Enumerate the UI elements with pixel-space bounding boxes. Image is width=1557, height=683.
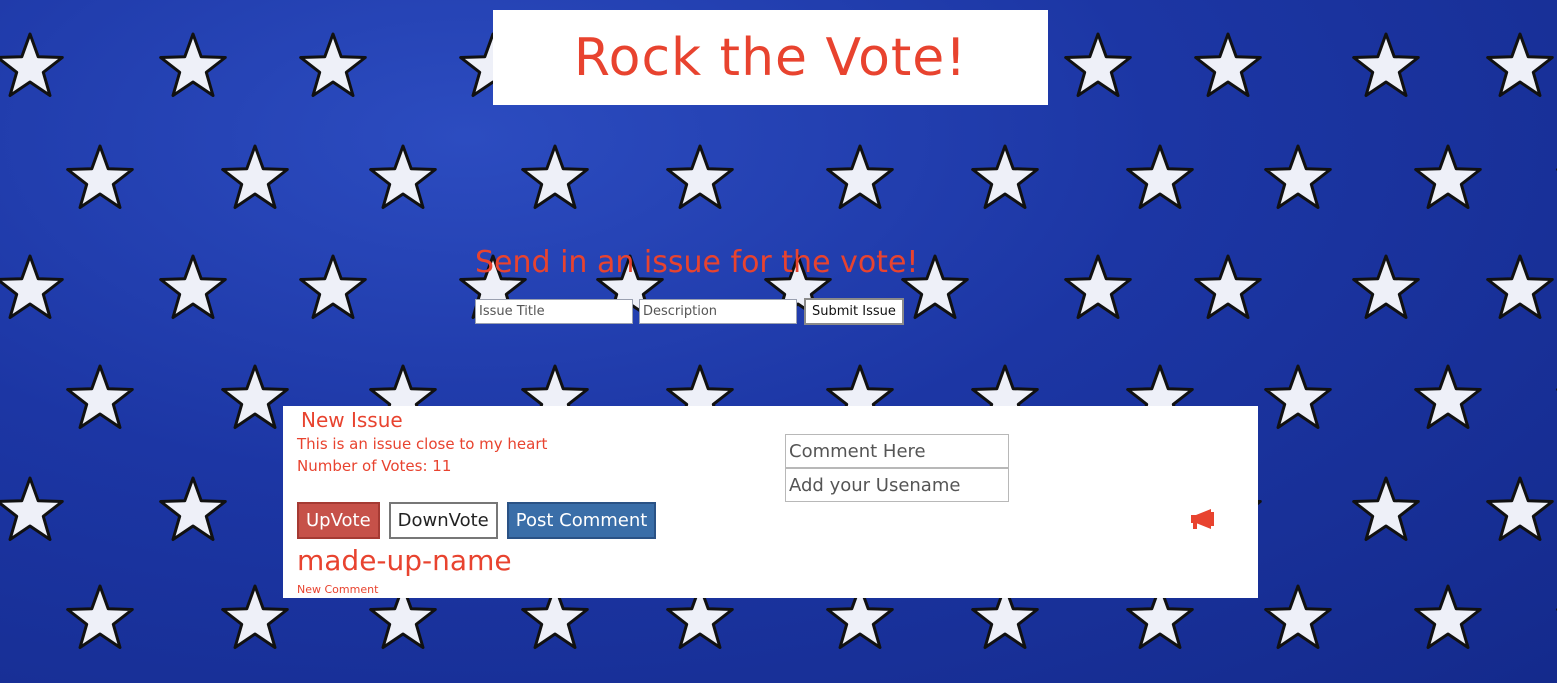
action-buttons: UpVote DownVote Post Comment bbox=[297, 502, 657, 539]
star-shape bbox=[1264, 364, 1332, 429]
star-shape bbox=[159, 254, 227, 319]
star-shape bbox=[1352, 32, 1420, 97]
post-comment-button[interactable]: Post Comment bbox=[506, 502, 657, 539]
star-shape bbox=[66, 364, 134, 429]
title-banner: Rock the Vote! bbox=[493, 10, 1048, 105]
star-shape bbox=[159, 476, 227, 541]
star-shape bbox=[971, 144, 1039, 209]
downvote-button[interactable]: DownVote bbox=[388, 502, 498, 539]
star-shape bbox=[0, 32, 64, 97]
star-shape bbox=[1414, 144, 1482, 209]
vote-count-value: 11 bbox=[432, 457, 452, 475]
star-shape bbox=[1194, 254, 1262, 319]
star-shape bbox=[1486, 254, 1554, 319]
issue-title: New Issue bbox=[301, 408, 403, 432]
comment-input[interactable] bbox=[785, 434, 1009, 468]
star-shape bbox=[66, 584, 134, 649]
star-shape bbox=[159, 32, 227, 97]
star-shape bbox=[221, 144, 289, 209]
comment-form bbox=[785, 434, 1009, 502]
star-shape bbox=[369, 144, 437, 209]
star-shape bbox=[221, 364, 289, 429]
star-shape bbox=[1352, 254, 1420, 319]
star-shape bbox=[1264, 144, 1332, 209]
submit-issue-button[interactable]: Submit Issue bbox=[804, 298, 904, 325]
star-shape bbox=[66, 144, 134, 209]
star-shape bbox=[1264, 584, 1332, 649]
star-shape bbox=[0, 476, 64, 541]
star-shape bbox=[1486, 476, 1554, 541]
page-title: Rock the Vote! bbox=[573, 27, 968, 88]
star-shape bbox=[1486, 32, 1554, 97]
issue-description-input[interactable] bbox=[639, 299, 797, 324]
username-input[interactable] bbox=[785, 468, 1009, 502]
star-shape bbox=[1064, 32, 1132, 97]
issue-card: New Issue This is an issue close to my h… bbox=[283, 406, 1258, 598]
megaphone-icon[interactable] bbox=[1189, 508, 1217, 530]
star-shape bbox=[521, 144, 589, 209]
submit-issue-heading: Send in an issue for the vote! bbox=[475, 245, 919, 280]
star-shape bbox=[1064, 254, 1132, 319]
upvote-button[interactable]: UpVote bbox=[297, 502, 380, 539]
star-shape bbox=[1126, 144, 1194, 209]
issue-description: This is an issue close to my heart bbox=[297, 435, 548, 453]
star-shape bbox=[0, 254, 64, 319]
submit-issue-form: Submit Issue bbox=[475, 298, 904, 325]
vote-count-label: Number of Votes: bbox=[297, 457, 428, 475]
star-shape bbox=[221, 584, 289, 649]
issue-title-input[interactable] bbox=[475, 299, 633, 324]
star-shape bbox=[666, 144, 734, 209]
star-shape bbox=[299, 32, 367, 97]
star-shape bbox=[826, 144, 894, 209]
star-shape bbox=[1194, 32, 1262, 97]
star-shape bbox=[1414, 364, 1482, 429]
comment-text: New Comment bbox=[297, 583, 379, 596]
star-shape bbox=[299, 254, 367, 319]
vote-count-row: Number of Votes: 11 bbox=[297, 457, 451, 475]
star-shape bbox=[1352, 476, 1420, 541]
star-shape bbox=[1414, 584, 1482, 649]
comment-username: made-up-name bbox=[297, 544, 512, 577]
